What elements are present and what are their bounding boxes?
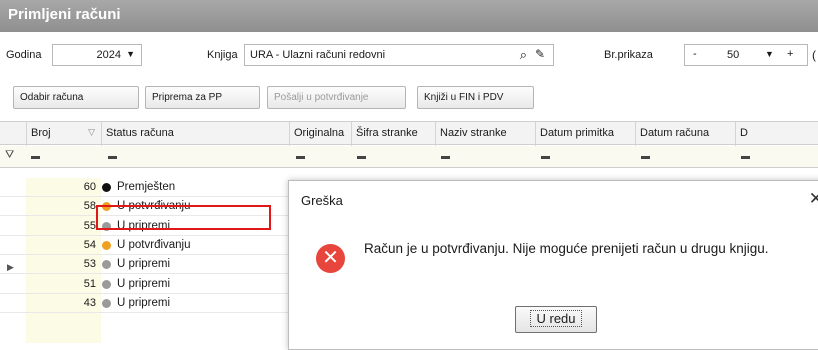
book-label: Knjiga	[207, 49, 238, 61]
row-number: 54	[83, 238, 96, 251]
col-original-label: Originalna	[294, 127, 345, 139]
row-number: 51	[83, 277, 96, 290]
col-invoice-date-label: Datum računa	[640, 127, 710, 139]
book-field[interactable]: URA - Ulazni računi redovni ⌕ ✎	[244, 44, 554, 66]
filter-dash-d[interactable]	[741, 156, 750, 159]
chevron-down-icon[interactable]: ▼	[126, 49, 135, 59]
col-client-code-label: Šifra stranke	[356, 127, 418, 139]
grid-header: Broj ▽ Status računa Originalna Šifra st…	[0, 121, 818, 146]
ok-label: U redu	[530, 310, 582, 327]
grid-filter-row: ⛛	[0, 146, 818, 168]
row-status: U potvrđivanju	[117, 238, 191, 251]
highlight-box	[96, 205, 271, 230]
filter-dash-client-code[interactable]	[357, 156, 366, 159]
filter-dash-number[interactable]	[31, 156, 40, 159]
col-original[interactable]: Originalna	[289, 122, 351, 146]
search-icon[interactable]: ⌕	[520, 47, 527, 63]
row-status: U pripremi	[117, 277, 171, 290]
chevron-down-icon[interactable]: ▼	[765, 49, 774, 59]
table-row[interactable]: 51 U pripremi	[0, 275, 300, 294]
prepare-pp-button[interactable]: Priprema za PP	[145, 86, 260, 109]
col-client-name[interactable]: Naziv stranke	[435, 122, 535, 146]
post-fin-pdv-label: Knjiži u FIN i PDV	[424, 92, 504, 103]
dialog-title: Greška	[301, 193, 343, 208]
col-status[interactable]: Status računa	[101, 122, 289, 146]
status-dot-icon	[102, 279, 111, 289]
filter-bar: Godina 2024 ▼ Knjiga URA - Ulazni računi…	[0, 44, 818, 68]
col-d-label: D	[740, 127, 748, 139]
status-dot-icon	[102, 183, 111, 192]
col-invoice-date[interactable]: Datum računa	[635, 122, 735, 146]
window-title: Primljeni računi	[0, 0, 818, 32]
count-value: 50	[727, 49, 740, 61]
filter-dash-invoice-date[interactable]	[641, 156, 650, 159]
decrement-button[interactable]: -	[693, 48, 697, 60]
error-icon: ✕	[316, 244, 345, 273]
status-dot-icon	[102, 240, 111, 250]
row-number: 43	[83, 296, 96, 309]
table-row[interactable]: 53 U pripremi	[0, 255, 300, 275]
table-row[interactable]: 60 Premješten	[0, 178, 300, 197]
col-number[interactable]: Broj ▽	[26, 122, 101, 146]
send-confirm-button[interactable]: Pošalji u potvrđivanje	[267, 86, 406, 109]
table-row[interactable]: 54 U potvrđivanju	[0, 236, 300, 255]
year-value: 2024	[96, 49, 121, 61]
status-dot-icon	[102, 298, 111, 308]
col-status-label: Status računa	[106, 127, 174, 139]
row-number: 55	[83, 219, 96, 232]
table-row[interactable]: 43 U pripremi	[0, 294, 300, 313]
prepare-pp-label: Priprema za PP	[152, 92, 223, 103]
filter-dash-client-name[interactable]	[441, 156, 450, 159]
col-receipt-date-label: Datum primitka	[540, 127, 614, 139]
col-d[interactable]: D	[735, 122, 818, 146]
count-label: Br.prikaza	[604, 49, 653, 61]
row-number: 58	[83, 200, 96, 213]
close-icon[interactable]: ✕	[809, 189, 818, 209]
select-invoice-button[interactable]: Odabir računa	[13, 86, 139, 109]
row-status: U pripremi	[117, 258, 171, 271]
filter-dash-status[interactable]	[108, 156, 117, 159]
row-status: Premješten	[117, 181, 176, 193]
filter-dash-receipt-date[interactable]	[541, 156, 550, 159]
col-number-label: Broj	[31, 127, 51, 139]
error-dialog: Greška ✕ ✕ Račun je u potvrđivanju. Nije…	[288, 180, 818, 350]
book-value: URA - Ulazni računi redovni	[250, 49, 386, 61]
row-number: 53	[83, 258, 96, 271]
count-stepper[interactable]: - 50 ▼ +	[684, 44, 808, 66]
col-client-name-label: Naziv stranke	[440, 127, 507, 139]
col-receipt-date[interactable]: Datum primitka	[535, 122, 635, 146]
select-invoice-label: Odabir računa	[20, 92, 84, 103]
post-fin-pdv-button[interactable]: Knjiži u FIN i PDV	[417, 86, 534, 109]
edit-pencil-icon[interactable]: ✎	[535, 47, 545, 61]
row-number: 60	[83, 181, 96, 193]
filter-icon[interactable]: ⛛	[5, 149, 14, 162]
year-select[interactable]: 2024 ▼	[52, 44, 142, 66]
increment-button[interactable]: +	[787, 48, 793, 60]
ok-button[interactable]: U redu	[515, 306, 597, 333]
row-status: U pripremi	[117, 296, 171, 309]
status-dot-icon	[102, 260, 111, 270]
send-confirm-label: Pošalji u potvrđivanje	[274, 92, 369, 103]
current-row-indicator-icon: ▶	[7, 262, 14, 272]
count-extra: (	[812, 48, 816, 62]
year-label: Godina	[6, 49, 42, 61]
sort-icon[interactable]: ▽	[88, 127, 95, 138]
col-client-code[interactable]: Šifra stranke	[351, 122, 435, 146]
dialog-message: Račun je u potvrđivanju. Nije moguće pre…	[364, 241, 769, 256]
filter-dash-original[interactable]	[296, 156, 305, 159]
